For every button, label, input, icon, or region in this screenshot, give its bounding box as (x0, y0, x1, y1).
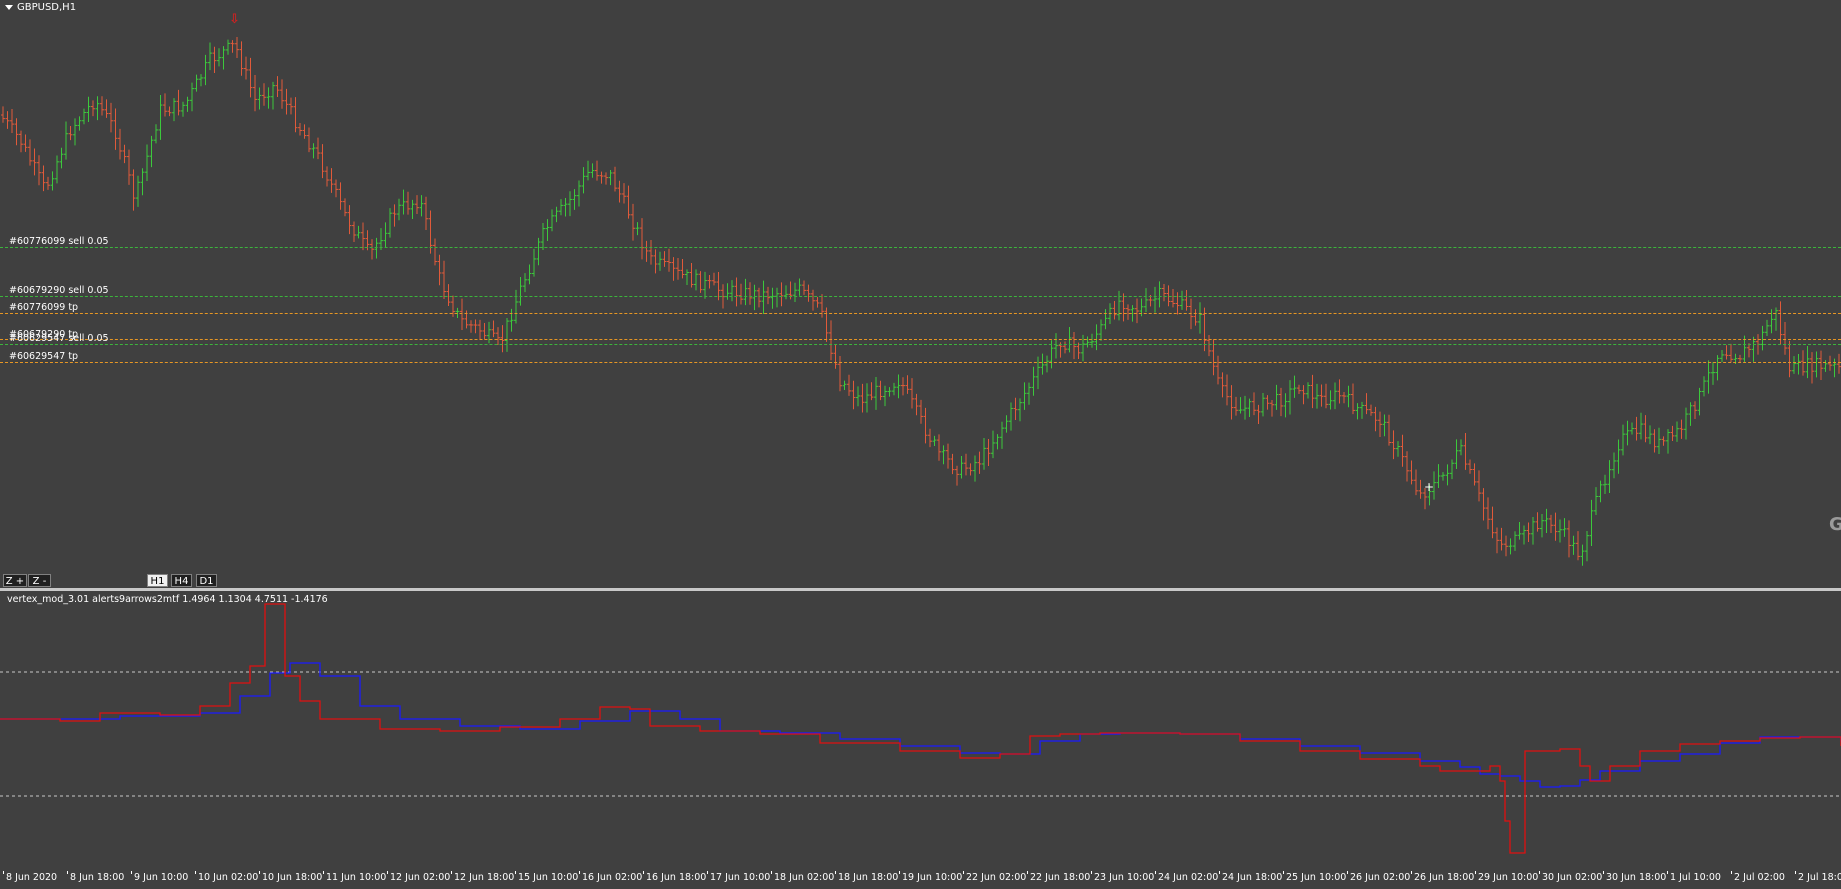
time-tick-label: 15 Jun 10:00 (518, 872, 579, 883)
time-tick-label: 24 Jun 02:00 (1158, 872, 1219, 883)
indicator-line-blue (0, 662, 1841, 788)
time-tick (387, 871, 388, 874)
order-line-sell[interactable] (0, 247, 1841, 248)
time-axis: 8 Jun 2020 8 Jun 18:00 9 Jun 10:00 10 Jun 0… (0, 871, 1841, 889)
time-tick (579, 871, 580, 874)
time-tick-label: 29 Jun 10:00 (1478, 872, 1539, 883)
time-tick (1539, 871, 1540, 874)
edge-glyph: G (1829, 514, 1841, 535)
time-tick-label: 10 Jun 02:00 (198, 872, 259, 883)
time-tick (515, 871, 516, 874)
timeframe-d1-button[interactable]: D1 (196, 574, 217, 587)
time-tick (451, 871, 452, 874)
time-tick (67, 871, 68, 874)
zoom-in-button[interactable]: Z + (3, 574, 27, 587)
time-tick (1219, 871, 1220, 874)
order-line-tp[interactable] (0, 313, 1841, 314)
order-line-sell[interactable] (0, 344, 1841, 345)
time-tick-label: 12 Jun 18:00 (454, 872, 515, 883)
order-label: #60629547 sell 0.05 (9, 333, 109, 344)
timeframe-h1-button[interactable]: H1 (147, 574, 168, 587)
time-tick (323, 871, 324, 874)
time-tick-label: 2 Jul 02:00 (1734, 872, 1785, 883)
time-tick-label: 9 Jun 10:00 (134, 872, 189, 883)
order-label: #60629547 tp (9, 351, 79, 362)
time-tick (1155, 871, 1156, 874)
time-tick (1795, 871, 1796, 874)
time-tick-label: 18 Jun 02:00 (774, 872, 835, 883)
time-tick (1347, 871, 1348, 874)
time-tick-label: 30 Jun 18:00 (1606, 872, 1667, 883)
time-tick-label: 30 Jun 02:00 (1542, 872, 1603, 883)
time-tick (963, 871, 964, 874)
time-tick-label: 8 Jun 2020 (6, 872, 58, 883)
time-tick-label: 23 Jun 10:00 (1094, 872, 1155, 883)
time-tick-label: 16 Jun 02:00 (582, 872, 643, 883)
time-tick-label: 26 Jun 18:00 (1414, 872, 1475, 883)
indicator-line-red (0, 603, 1841, 854)
price-chart-pane[interactable]: GBPUSD,H1 ⇩ #60776099 sell 0.05 #6067929… (0, 0, 1841, 588)
order-label: #60776099 sell 0.05 (9, 236, 109, 247)
order-label: #60776099 tp (9, 302, 79, 313)
order-line-sell[interactable] (0, 296, 1841, 297)
time-tick (707, 871, 708, 874)
time-tick-label: 10 Jun 18:00 (262, 872, 323, 883)
indicator-label: vertex_mod_3.01 alerts9arrows2mtf 1.4964… (7, 594, 328, 605)
price-chart (1, 36, 1841, 566)
time-tick (1411, 871, 1412, 874)
time-tick (1091, 871, 1092, 874)
time-tick-label: 19 Jun 10:00 (902, 872, 963, 883)
time-tick (771, 871, 772, 874)
time-tick-label: 11 Jun 10:00 (326, 872, 387, 883)
order-line-tp[interactable] (0, 339, 1841, 340)
time-tick (3, 871, 4, 874)
time-tick (1731, 871, 1732, 874)
time-tick (643, 871, 644, 874)
time-tick (1603, 871, 1604, 874)
time-tick-label: 16 Jun 18:00 (646, 872, 707, 883)
time-tick-label: 25 Jun 10:00 (1286, 872, 1347, 883)
symbol-title-text: GBPUSD,H1 (17, 2, 77, 13)
time-tick (1027, 871, 1028, 874)
crosshair-icon: + (1424, 480, 1435, 494)
time-tick-label: 17 Jun 10:00 (710, 872, 771, 883)
time-tick-label: 24 Jun 18:00 (1222, 872, 1283, 883)
indicator-chart (0, 603, 1841, 854)
zoom-out-button[interactable]: Z - (28, 574, 51, 587)
timeframe-h4-button[interactable]: H4 (171, 574, 192, 587)
order-line-tp[interactable] (0, 362, 1841, 363)
time-tick (1283, 871, 1284, 874)
time-tick (195, 871, 196, 874)
time-tick (1475, 871, 1476, 874)
time-tick-label: 26 Jun 02:00 (1350, 872, 1411, 883)
time-tick (1667, 871, 1668, 874)
order-label: #60679290 sell 0.05 (9, 285, 109, 296)
time-tick (899, 871, 900, 874)
time-tick-label: 2 Jul 18:00 (1798, 872, 1841, 883)
signal-arrow-icon: ⇩ (229, 12, 240, 27)
time-tick-label: 18 Jun 18:00 (838, 872, 899, 883)
time-tick-label: 8 Jun 18:00 (70, 872, 125, 883)
time-tick-label: 22 Jun 18:00 (1030, 872, 1091, 883)
time-tick (835, 871, 836, 874)
symbol-title[interactable]: GBPUSD,H1 (5, 2, 76, 13)
indicator-pane[interactable]: vertex_mod_3.01 alerts9arrows2mtf 1.4964… (0, 591, 1841, 871)
time-tick (259, 871, 260, 874)
time-tick (131, 871, 132, 874)
time-tick-label: 22 Jun 02:00 (966, 872, 1027, 883)
chevron-down-icon[interactable] (5, 4, 13, 10)
time-tick-label: 1 Jul 10:00 (1670, 872, 1721, 883)
time-tick-label: 12 Jun 02:00 (390, 872, 451, 883)
